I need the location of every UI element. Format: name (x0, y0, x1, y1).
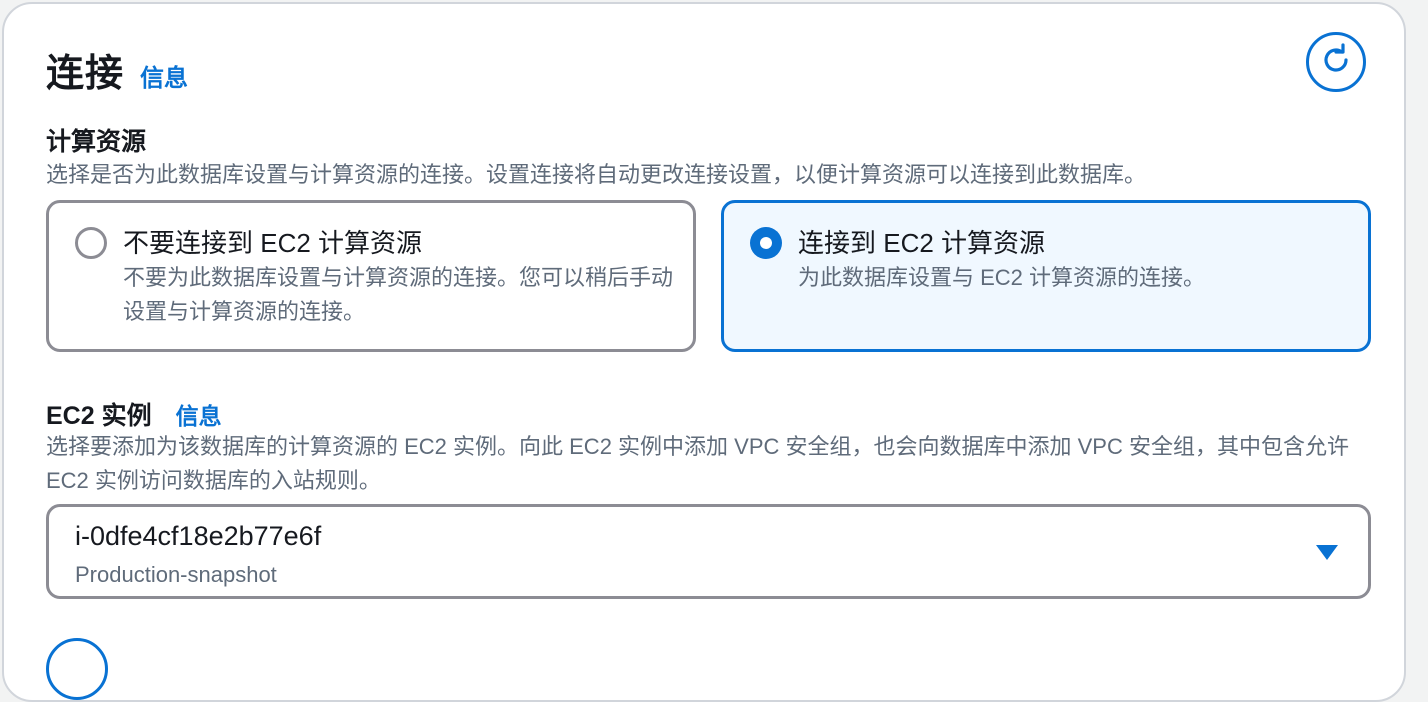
compute-resource-description: 选择是否为此数据库设置与计算资源的连接。设置连接将自动更改连接设置，以便计算资源… (46, 162, 1147, 187)
panel-title: 连接 (46, 53, 125, 95)
panel-info-link[interactable]: 信息 (140, 58, 188, 93)
option-dont-connect-title: 不要连接到 EC2 计算资源 (123, 228, 423, 258)
option-connect-ec2-description: 为此数据库设置与 EC2 计算资源的连接。 (798, 265, 1206, 290)
radio-connect-ec2[interactable] (750, 227, 782, 259)
radio-dont-connect[interactable] (75, 227, 107, 259)
option-dont-connect[interactable]: 不要连接到 EC2 计算资源 不要为此数据库设置与计算资源的连接。您可以稍后手动… (46, 200, 696, 352)
ec2-instance-header: EC2 实例 信息 (46, 396, 222, 432)
selected-instance-id: i-0dfe4cf18e2b77e6f (75, 521, 322, 551)
option-connect-ec2-title: 连接到 EC2 计算资源 (798, 228, 1046, 258)
ec2-instance-label: EC2 实例 (46, 402, 152, 430)
caret-down-icon (1316, 545, 1338, 560)
option-dont-connect-description: 不要为此数据库设置与计算资源的连接。您可以稍后手动设置与计算资源的连接。 (123, 265, 674, 324)
ec2-info-link[interactable]: 信息 (176, 397, 222, 431)
ec2-instance-select[interactable]: i-0dfe4cf18e2b77e6f Production-snapshot (46, 504, 1371, 599)
panel-header: 连接 信息 (46, 42, 188, 97)
compute-resource-label: 计算资源 (46, 128, 147, 156)
option-connect-ec2[interactable]: 连接到 EC2 计算资源 为此数据库设置与 EC2 计算资源的连接。 (721, 200, 1371, 352)
selected-instance-name: Production-snapshot (75, 562, 277, 587)
ec2-instance-description: 选择要添加为该数据库的计算资源的 EC2 实例。向此 EC2 实例中添加 VPC… (46, 434, 1349, 493)
refresh-button[interactable] (1306, 32, 1366, 92)
connectivity-panel: 连接 信息 计算资源 选择是否为此数据库设置与计算资源的连接。设置连接将自动更改… (2, 2, 1406, 702)
refresh-icon (1319, 42, 1353, 82)
partial-circle-icon (46, 638, 108, 700)
